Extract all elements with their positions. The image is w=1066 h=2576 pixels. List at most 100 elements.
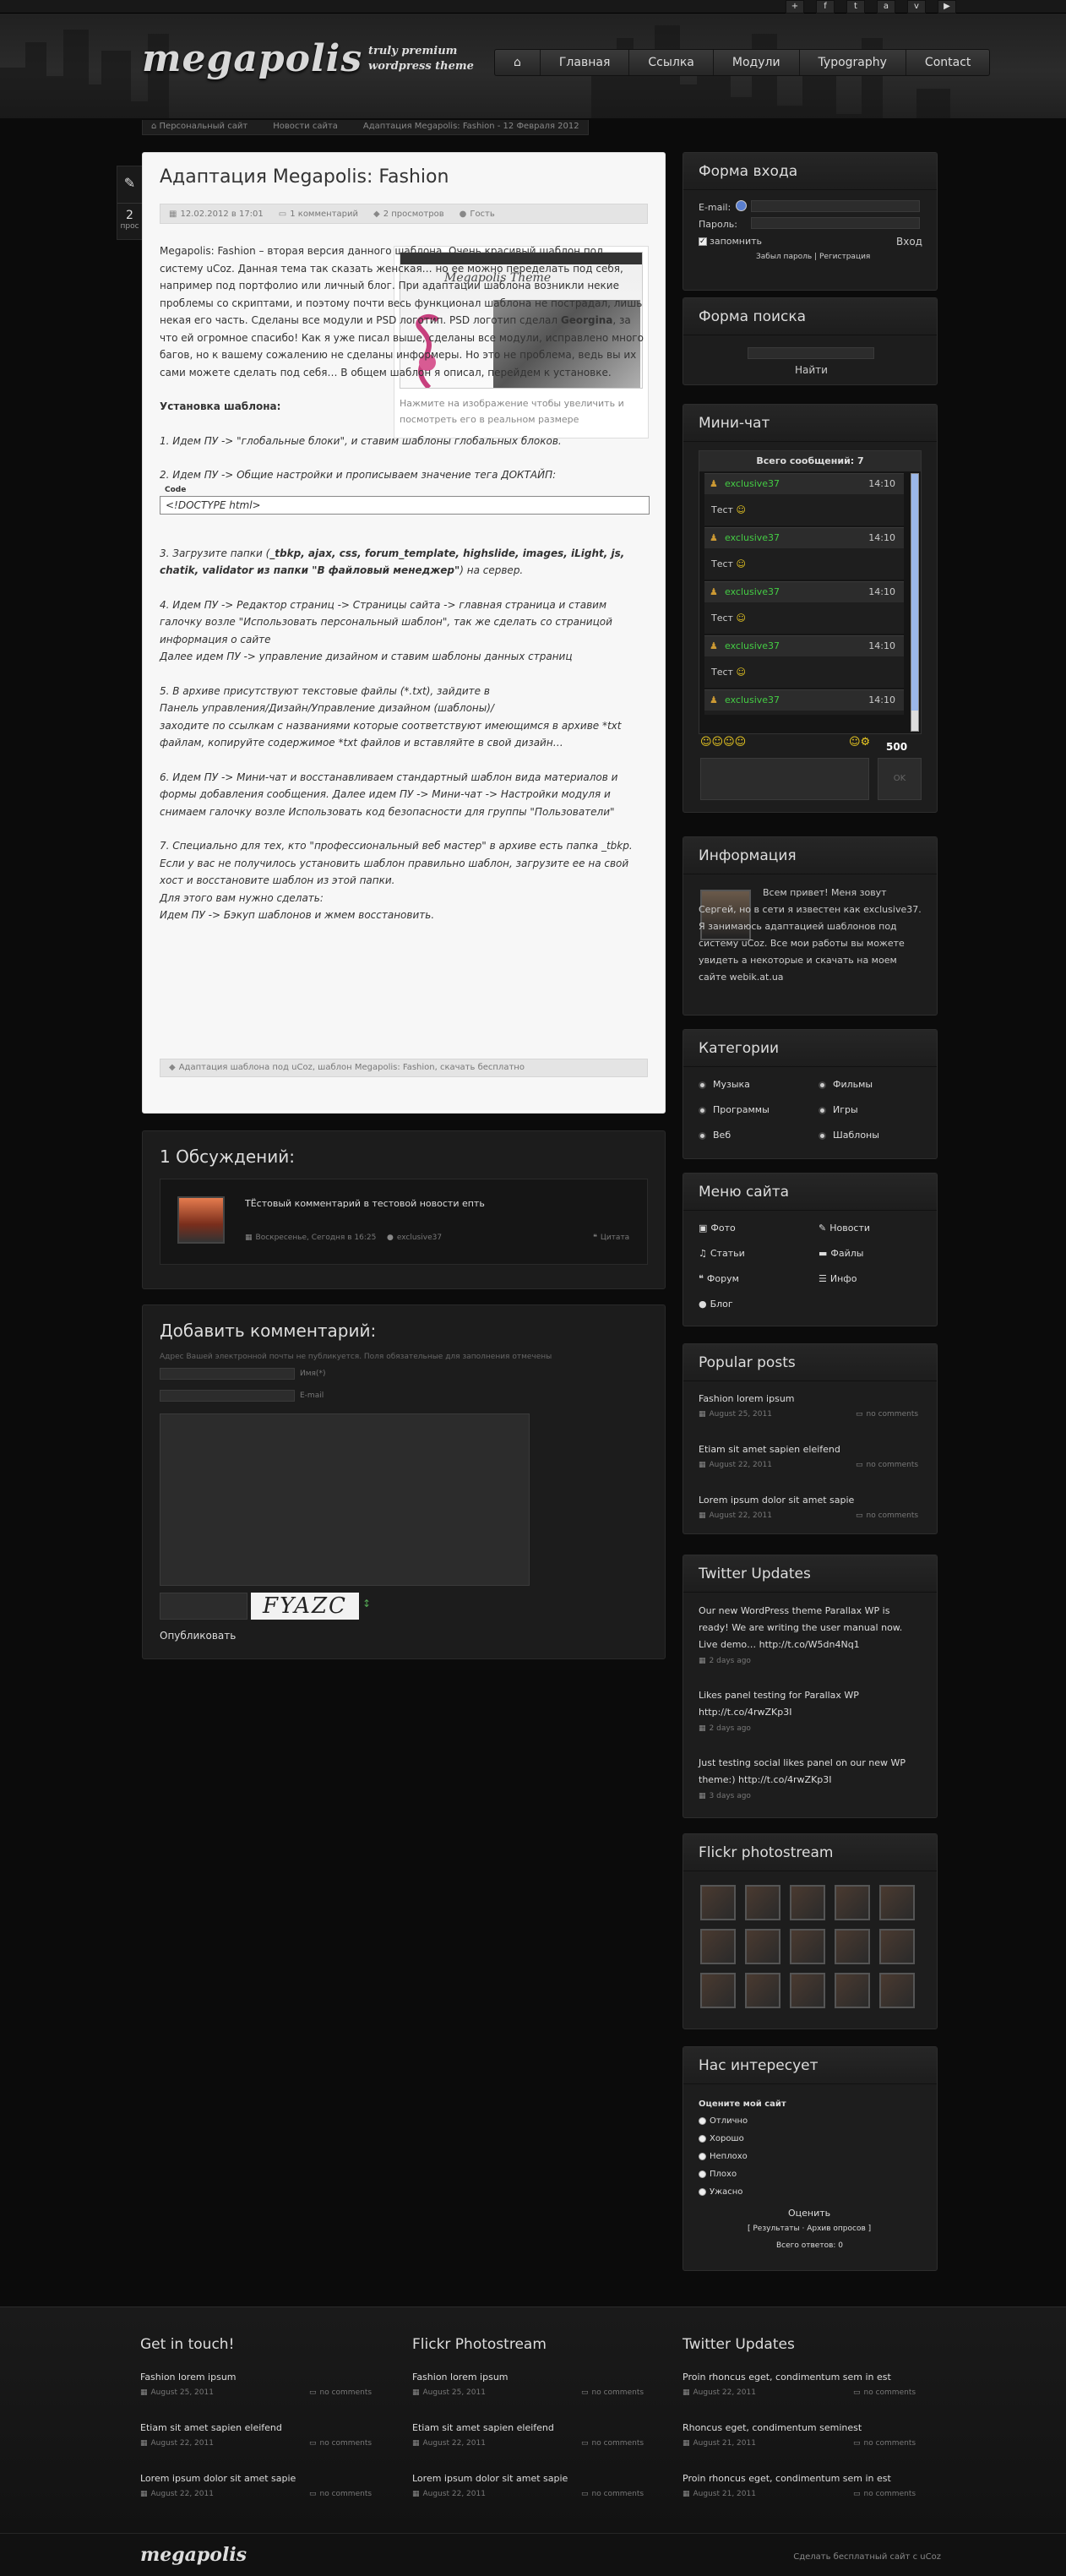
menu-item-news[interactable]: ✎ Новости — [819, 1223, 870, 1234]
poll-option[interactable]: Плохо — [699, 2170, 737, 2179]
category-web[interactable]: Веб — [699, 1130, 731, 1141]
footer-comments[interactable]: ▭ no comments — [309, 2439, 372, 2448]
footer-logo[interactable]: megapolis — [140, 2544, 247, 2566]
breadcrumb-news[interactable]: Новости сайта — [273, 120, 338, 134]
ucoz-credit[interactable]: Сделать бесплатный сайт с uCoz — [793, 2552, 941, 2562]
facebook-icon[interactable]: f — [816, 0, 835, 14]
flickr-photo[interactable] — [700, 1929, 736, 1964]
footer-link[interactable]: Proin rhoncus eget, condimentum sem in e… — [683, 2473, 891, 2484]
nav-item-link[interactable]: Ссылка — [629, 50, 714, 75]
smiley-picker-icon[interactable]: ☺⚙ — [849, 736, 870, 749]
flickr-photo[interactable] — [745, 1885, 780, 1920]
category-programs[interactable]: Программы — [699, 1104, 770, 1115]
tweet-text[interactable]: Likes panel testing for Parallax WP http… — [699, 1687, 918, 1721]
login-email-input[interactable] — [751, 200, 920, 212]
login-links[interactable]: Забыл пароль | Регистрация — [756, 253, 870, 261]
nav-item-modules[interactable]: Модули — [714, 50, 800, 75]
poll-option[interactable]: Хорошо — [699, 2134, 744, 2143]
nav-item-home[interactable]: Главная — [541, 50, 630, 75]
social-icon-a[interactable]: a — [877, 0, 895, 14]
popular-post-link[interactable]: Fashion lorem ipsum — [699, 1393, 795, 1404]
poll-option[interactable]: Неплохо — [699, 2152, 748, 2161]
footer-link[interactable]: Rhoncus eget, condimentum seminest — [683, 2422, 862, 2433]
flickr-photo[interactable] — [879, 1929, 915, 1964]
poll-option[interactable]: Ужасно — [699, 2187, 742, 2197]
footer-comments[interactable]: ▭ no comments — [309, 2388, 372, 2397]
flickr-photo[interactable] — [745, 1929, 780, 1964]
vote-button[interactable]: Оценить — [788, 2208, 830, 2219]
menu-item-articles[interactable]: ♫ Статьи — [699, 1248, 745, 1259]
comment-textarea[interactable] — [160, 1413, 530, 1586]
popular-post-comments[interactable]: ▭ no comments — [856, 1511, 918, 1520]
category-templates[interactable]: Шаблоны — [819, 1130, 879, 1141]
poll-links[interactable]: [ Результаты · Архив опросов ] — [748, 2225, 871, 2233]
quote-button[interactable]: ❝ Цитата — [593, 1234, 629, 1242]
name-field[interactable] — [160, 1368, 295, 1380]
flickr-photo[interactable] — [790, 1973, 825, 2008]
menu-item-info[interactable]: ☰ Инфо — [819, 1273, 857, 1284]
refresh-captcha-icon[interactable]: ↕ — [362, 1598, 371, 1609]
footer-comments[interactable]: ▭ no comments — [581, 2490, 644, 2498]
flickr-photo[interactable] — [790, 1929, 825, 1964]
smileys-row[interactable]: ☺☺☺☺ — [700, 736, 746, 749]
post-comments-count[interactable]: ▭ 1 комментарий — [279, 210, 358, 219]
breadcrumb-home[interactable]: ⌂ Персональный сайт — [151, 120, 247, 134]
footer-link[interactable]: Fashion lorem ipsum — [412, 2372, 509, 2383]
popular-post-link[interactable]: Etiam sit amet sapien eleifend — [699, 1444, 840, 1455]
chat-message-input[interactable] — [700, 758, 869, 800]
flickr-photo[interactable] — [745, 1973, 780, 2008]
flickr-photo[interactable] — [879, 1973, 915, 2008]
footer-link[interactable]: Proin rhoncus eget, condimentum sem in e… — [683, 2372, 891, 2383]
flickr-photo[interactable] — [835, 1885, 870, 1920]
captcha-input[interactable] — [160, 1593, 247, 1620]
poll-option[interactable]: Отлично — [699, 2116, 748, 2126]
twitter-icon[interactable]: t — [846, 0, 865, 14]
search-button[interactable]: Найти — [795, 364, 828, 376]
chat-scrollbar[interactable] — [911, 473, 919, 732]
nav-item-typography[interactable]: Typography — [800, 50, 906, 75]
flickr-photo[interactable] — [790, 1885, 825, 1920]
tweet-text[interactable]: Our new WordPress theme Parallax WP is r… — [699, 1603, 918, 1653]
footer-link[interactable]: Lorem ipsum dolor sit amet sapie — [140, 2473, 296, 2484]
category-music[interactable]: Музыка — [699, 1079, 750, 1090]
footer-comments[interactable]: ▭ no comments — [309, 2490, 372, 2498]
footer-comments[interactable]: ▭ no comments — [853, 2439, 916, 2448]
remember-checkbox[interactable]: ✓ запомнить — [699, 236, 762, 247]
menu-item-blog[interactable]: ● Блог — [699, 1299, 733, 1310]
footer-link[interactable]: Lorem ipsum dolor sit amet sapie — [412, 2473, 568, 2484]
footer-link[interactable]: Fashion lorem ipsum — [140, 2372, 237, 2383]
category-games[interactable]: Игры — [819, 1104, 858, 1115]
search-input[interactable] — [748, 347, 874, 359]
email-field[interactable] — [160, 1390, 295, 1402]
popular-post-comments[interactable]: ▭ no comments — [856, 1461, 918, 1469]
popular-post-link[interactable]: Lorem ipsum dolor sit amet sapie — [699, 1495, 854, 1506]
nav-item-contact[interactable]: Contact — [906, 50, 989, 75]
vimeo-icon[interactable]: v — [907, 0, 926, 14]
comment-author[interactable]: ● exclusive37 — [387, 1234, 442, 1242]
flickr-photo[interactable] — [835, 1929, 870, 1964]
flickr-photo[interactable] — [835, 1973, 870, 2008]
flickr-photo[interactable] — [700, 1973, 736, 2008]
tweet-text[interactable]: Just testing social likes panel on our n… — [699, 1755, 918, 1789]
menu-item-photo[interactable]: ▣ Фото — [699, 1223, 736, 1234]
post-tags[interactable]: ◆ Адаптация шаблона под uCoz, шаблон Mega… — [160, 1059, 648, 1077]
site-logo[interactable]: megapolis — [142, 37, 362, 80]
flickr-photo[interactable] — [879, 1885, 915, 1920]
flickr-photo[interactable] — [700, 1885, 736, 1920]
code-block[interactable]: <!DOCTYPE html> — [160, 495, 650, 515]
home-icon[interactable]: ⌂ — [495, 50, 541, 75]
footer-comments[interactable]: ▭ no comments — [581, 2439, 644, 2448]
popular-post-comments[interactable]: ▭ no comments — [856, 1410, 918, 1419]
chat-send-button[interactable]: OK — [878, 758, 922, 800]
youtube-icon[interactable]: ▶ — [938, 0, 956, 14]
footer-comments[interactable]: ▭ no comments — [853, 2490, 916, 2498]
publish-button[interactable]: Опубликовать — [160, 1630, 236, 1642]
login-password-input[interactable] — [751, 217, 920, 229]
plus-icon[interactable]: + — [786, 0, 804, 14]
login-button[interactable]: Вход — [896, 236, 922, 248]
menu-item-files[interactable]: ▬ Файлы — [819, 1248, 863, 1259]
footer-comments[interactable]: ▭ no comments — [581, 2388, 644, 2397]
footer-link[interactable]: Etiam sit amet sapien eleifend — [140, 2422, 282, 2433]
footer-comments[interactable]: ▭ no comments — [853, 2388, 916, 2397]
category-films[interactable]: Фильмы — [819, 1079, 873, 1090]
